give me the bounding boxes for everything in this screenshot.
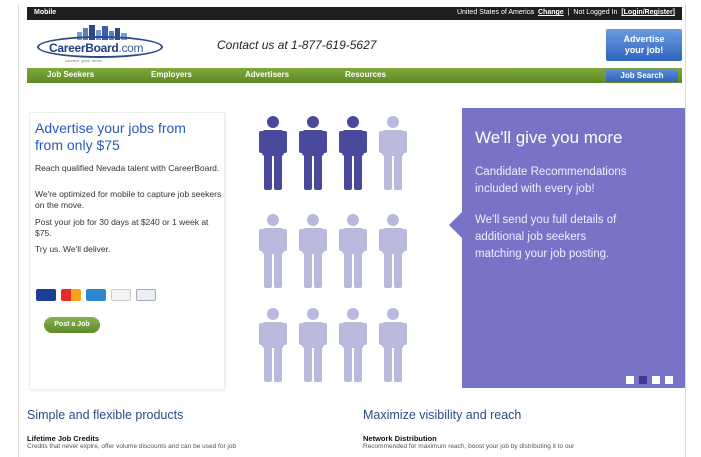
advertise-label-2: your job! [624, 45, 664, 55]
person-icon [299, 308, 327, 384]
change-country-link[interactable]: Change [538, 9, 564, 16]
network-distribution-text: Recommended for maximum reach, boost you… [363, 443, 575, 450]
logo-name: CareerBoard [49, 41, 119, 55]
slide-dot[interactable] [652, 376, 660, 384]
promo-pointer [449, 212, 462, 238]
person-icon [339, 214, 367, 290]
advertise-job-button[interactable]: Advertise your job! [606, 29, 682, 61]
promo-line-3: We'll send you full details of [475, 214, 617, 226]
discover-card-icon [111, 289, 131, 301]
person-icon [259, 116, 287, 192]
advertise-label-1: Advertise [623, 34, 665, 44]
people-graphic [259, 116, 419, 391]
lifetime-credits-text: Credits that never expire, offer volume … [27, 443, 237, 450]
person-icon [339, 308, 367, 384]
site-header: CareerBoard.com connect. grow. thrive. C… [27, 22, 682, 66]
promo-line-5: matching your job posting. [475, 248, 610, 260]
promo-line-2: included with every job! [475, 183, 595, 195]
promo-heading: We'll give you more [475, 128, 623, 147]
nav-item-job-seekers[interactable]: Job Seekers [47, 70, 94, 79]
lifetime-credits-heading: Lifetime Job Credits [27, 434, 100, 443]
visa-card-icon [36, 289, 56, 301]
visibility-heading: Maximize visibility and reach [363, 408, 522, 422]
login-status: Not Logged In [573, 9, 618, 16]
top-bar-right: United States of America Change | Not Lo… [456, 9, 676, 16]
slide-dot[interactable] [665, 376, 673, 384]
slide-dot[interactable] [626, 376, 634, 384]
panel-text-try: Try us. We'll deliver. [35, 244, 111, 254]
person-icon [299, 214, 327, 290]
country-label: United States of America [456, 9, 535, 16]
nav-item-employers[interactable]: Employers [151, 70, 192, 79]
page-frame: Mobile United States of America Change |… [18, 4, 686, 457]
person-icon [379, 308, 407, 384]
main-nav: Job Seekers Employers Advertisers Resour… [27, 68, 682, 83]
person-icon [379, 214, 407, 290]
careerboard-logo[interactable]: CareerBoard.com connect. grow. thrive. [31, 24, 171, 64]
promo-line-4: additional job seekers [475, 231, 587, 243]
advertise-panel: Advertise your jobs from from only $75 R… [29, 112, 225, 390]
promo-slide: We'll give you more Candidate Recommenda… [449, 108, 685, 388]
slide-dot[interactable] [639, 376, 647, 384]
mobile-link[interactable]: Mobile [34, 9, 56, 16]
person-icon [339, 116, 367, 192]
person-icon [379, 116, 407, 192]
mastercard-icon [61, 289, 81, 301]
panel-text-reach: Reach qualified Nevada talent with Caree… [35, 163, 220, 173]
products-heading: Simple and flexible products [27, 408, 184, 422]
panel-text-pricing: Post your job for 30 days at $240 or 1 w… [35, 217, 209, 238]
person-icon [299, 116, 327, 192]
slide-dots [621, 371, 673, 384]
panel-title: Advertise your jobs from from only $75 [35, 120, 186, 153]
logo-com: .com [118, 41, 144, 55]
person-icon [259, 308, 287, 384]
panel-text-mobile: We're optimized for mobile to capture jo… [35, 189, 222, 210]
top-bar: Mobile United States of America Change |… [27, 7, 682, 20]
job-search-button[interactable]: Job Search [606, 69, 678, 82]
separator: | [567, 9, 570, 16]
logo-text: CareerBoard.com [49, 41, 144, 55]
nav-item-resources[interactable]: Resources [345, 70, 386, 79]
network-distribution-heading: Network Distribution [363, 434, 437, 443]
logo-tagline: connect. grow. thrive. [65, 58, 103, 63]
contact-phone: Contact us at 1-877-619-5627 [217, 38, 377, 52]
amex-card-icon [86, 289, 106, 301]
paypal-icon [136, 289, 156, 301]
post-job-button[interactable]: Post a Job [44, 317, 100, 333]
login-register-link[interactable]: [Login/Register] [621, 9, 675, 16]
person-icon [259, 214, 287, 290]
promo-line-1: Candidate Recommendations [475, 166, 627, 178]
nav-item-advertisers[interactable]: Advertisers [245, 70, 289, 79]
